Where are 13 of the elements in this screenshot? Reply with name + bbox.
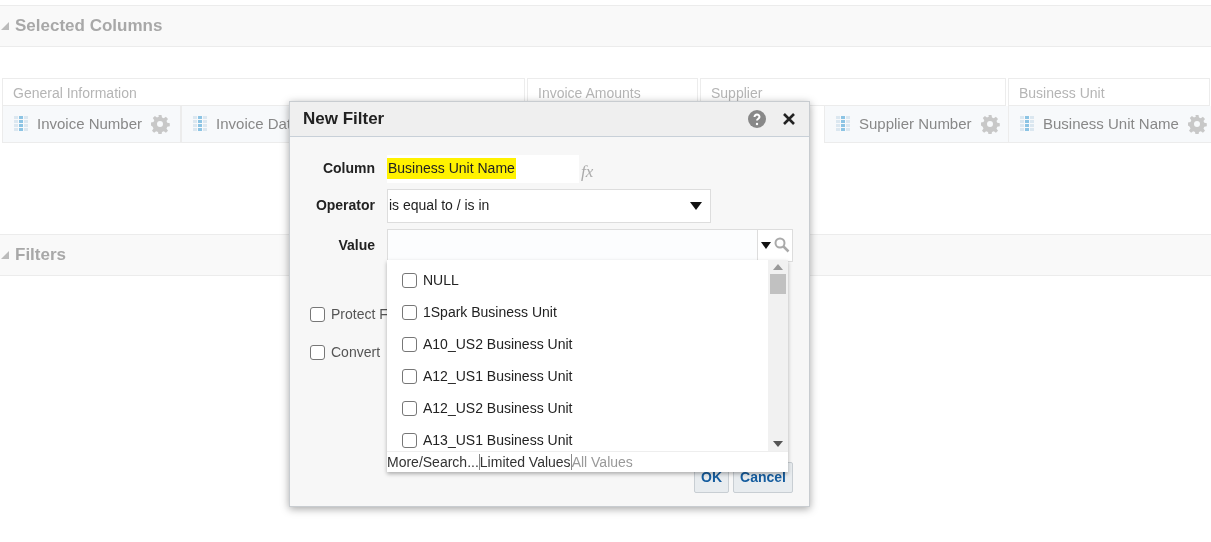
field-label: Value xyxy=(337,235,375,255)
section-title: Filters xyxy=(15,244,67,267)
dialog-title: New Filter xyxy=(303,108,386,131)
field-label: Operator xyxy=(314,196,375,215)
column-name: Invoice Number xyxy=(37,113,143,134)
option-label: Convert xyxy=(331,342,381,362)
column-value: Business Unit Name xyxy=(387,158,516,180)
field-label: Column xyxy=(321,159,375,179)
column-name: Business Unit Name xyxy=(1043,113,1179,134)
option-label: Protect F xyxy=(331,304,388,324)
section-title: Selected Columns xyxy=(15,15,163,38)
column-name: Supplier Number xyxy=(859,113,972,134)
column-group-header: Business Unit xyxy=(1008,78,1210,106)
